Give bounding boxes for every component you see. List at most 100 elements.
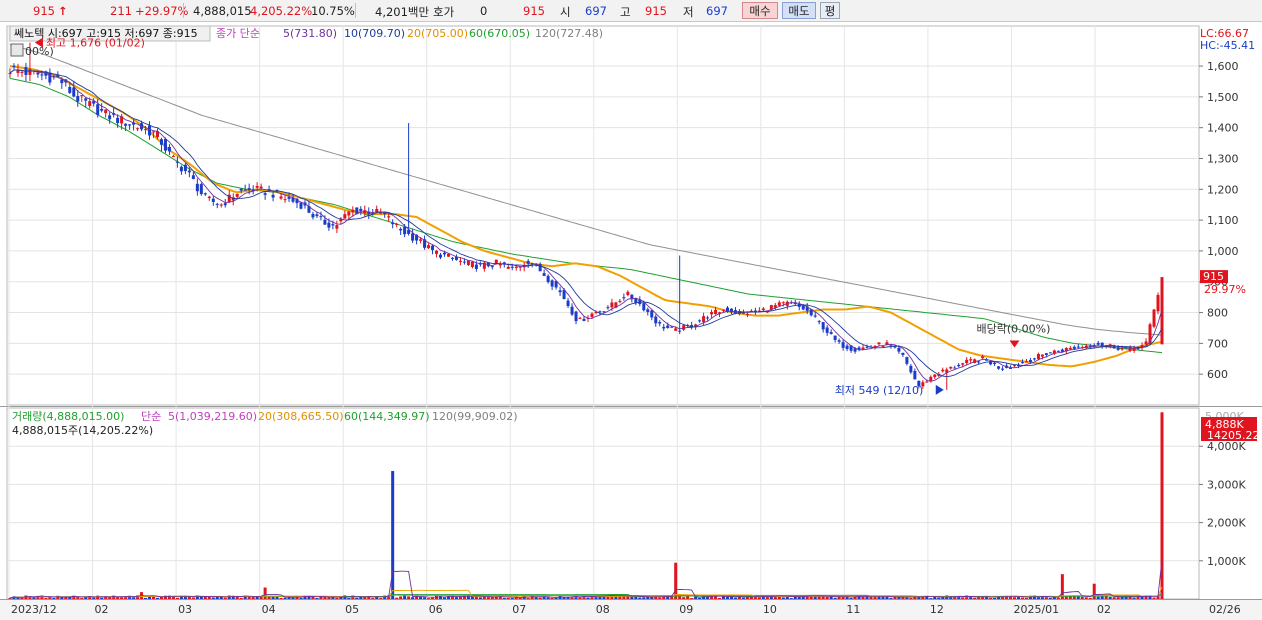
candle-body: [666, 325, 670, 328]
volume-bar: [419, 597, 423, 599]
volume-bar: [833, 597, 837, 599]
x-tick-label: 10: [763, 603, 777, 616]
volume-bar: [371, 598, 375, 599]
candle-body: [714, 309, 718, 314]
price-tick-label: 1,300: [1207, 152, 1239, 165]
candle-body: [558, 290, 562, 293]
volume-value: 4,888,015: [193, 4, 252, 18]
hc-value: HC:-45.41: [1200, 39, 1255, 52]
candle-body: [1116, 347, 1120, 350]
last-pct-tag: 29.97%: [1204, 283, 1246, 296]
volume-bar: [211, 597, 215, 599]
candle-body: [108, 115, 112, 120]
candle-body: [905, 357, 909, 364]
buy-button[interactable]: 매수: [742, 2, 778, 19]
volume-bar: [20, 597, 24, 599]
candle-body: [163, 138, 167, 151]
price-change-pct: +29.97%: [135, 4, 189, 18]
candle-body: [442, 252, 446, 255]
candle-body: [913, 370, 917, 380]
candle-body: [490, 266, 494, 268]
candle-body: [439, 254, 443, 258]
candle-body: [1013, 365, 1017, 367]
candle-body: [144, 129, 148, 131]
volume-bar: [482, 597, 486, 599]
sell-button[interactable]: 매도: [782, 2, 816, 19]
volume-bar: [1013, 597, 1017, 599]
volume-bar: [52, 597, 56, 599]
volume-bar: [1112, 597, 1116, 599]
candle-body: [897, 347, 901, 352]
candle-body: [702, 316, 706, 323]
volume-bar: [279, 597, 283, 599]
candle-body: [48, 72, 52, 83]
candle-body: [993, 362, 997, 364]
candle-body: [315, 214, 319, 217]
volume-bar: [1104, 596, 1108, 599]
open-value: 697: [585, 4, 607, 18]
candle-body: [590, 313, 594, 318]
volume-bar: [486, 597, 490, 599]
volume-bar: [255, 596, 259, 599]
candle-body: [722, 309, 726, 311]
volume-bar: [1140, 596, 1144, 599]
volume-bar: [989, 597, 993, 599]
candle-body: [618, 300, 622, 302]
candle-body: [1040, 354, 1044, 357]
volume-bar: [1080, 596, 1084, 599]
candle-body: [650, 310, 654, 318]
candle-body: [104, 109, 108, 114]
candle-body: [1001, 368, 1005, 370]
volume-bar: [427, 598, 431, 599]
volume-bar: [175, 597, 179, 599]
quote-price: 915: [523, 4, 545, 18]
candle-body: [654, 316, 658, 324]
volume-bar: [299, 597, 303, 599]
candle-body: [207, 196, 211, 199]
candle-body: [981, 356, 985, 359]
candle-body: [347, 211, 351, 216]
candle-body: [395, 223, 399, 225]
candle-body: [1076, 346, 1080, 348]
volume-bar: [642, 597, 646, 599]
stock-chart[interactable]: 6007008009001,0001,1001,2001,3001,4001,5…: [0, 22, 1262, 620]
candle-body: [319, 216, 323, 218]
open-label: 시: [560, 5, 571, 19]
volume-bar: [1056, 597, 1060, 599]
candle-body: [311, 213, 315, 218]
candle-body: [255, 185, 259, 188]
candle-body: [12, 65, 16, 67]
candle-body: [171, 156, 175, 158]
volume-bar: [1152, 597, 1156, 599]
volume-bar: [1088, 597, 1092, 599]
candle-body: [570, 306, 574, 315]
candle-body: [1152, 309, 1156, 327]
candle-body: [1036, 353, 1040, 360]
volume-sub: 4,888,015주(14,205.22%): [12, 424, 153, 437]
volume-bar: [865, 596, 869, 599]
volume-bar: [674, 562, 678, 599]
candle-body: [116, 117, 120, 124]
grid-toggle-icon[interactable]: [10, 43, 24, 57]
volume-ma5-legend: 5(1,039,219.60): [168, 410, 257, 423]
volume-bar: [658, 597, 662, 599]
volume-bar: [315, 598, 319, 599]
eval-button[interactable]: 평: [820, 2, 840, 19]
candle-body: [582, 319, 586, 321]
volume-tick-label: 1,000K: [1207, 555, 1246, 568]
volume-bar: [1108, 597, 1112, 599]
candle-body: [128, 124, 132, 126]
x-tick-label: 03: [178, 603, 192, 616]
volume-ma20-legend: 20(308,665.50): [258, 410, 344, 423]
price-panel: [6, 25, 1200, 406]
volume-bar: [726, 596, 730, 599]
y-axis: 6007008009001,0001,1001,2001,3001,4001,5…: [1199, 60, 1239, 381]
candle-body: [622, 297, 626, 299]
candle-body: [833, 335, 837, 340]
candle-body: [574, 311, 578, 322]
volume-bar: [941, 597, 945, 599]
ma-title: 종가 단순: [216, 27, 260, 40]
x-tick-label: 11: [846, 603, 860, 616]
candle-body: [183, 164, 187, 171]
volume-bar: [518, 597, 522, 599]
